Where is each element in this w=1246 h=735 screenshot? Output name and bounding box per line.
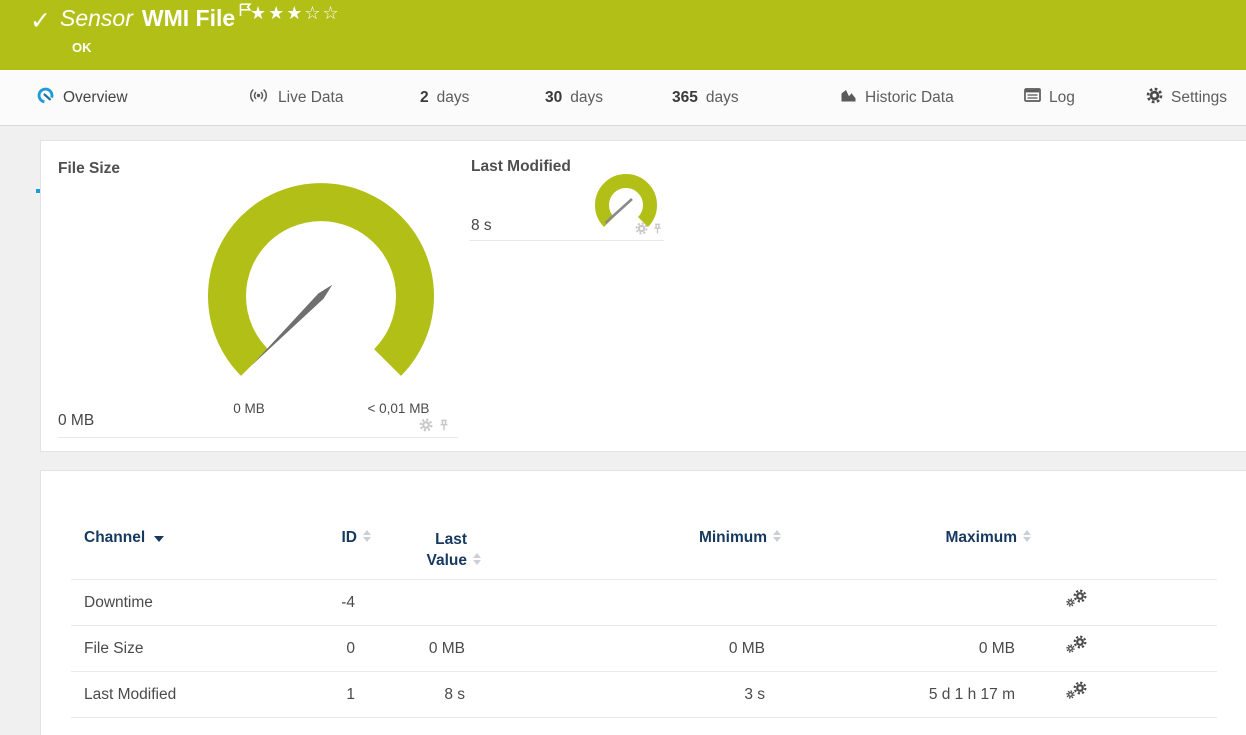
tab-historic-data-label: Historic Data [865, 88, 954, 106]
tab-365-days-unit: days [705, 88, 739, 106]
channel-settings-gears-icon[interactable] [1066, 635, 1088, 657]
gear-icon [1146, 87, 1163, 109]
primary-gauge-value: 0 MB [58, 412, 95, 429]
tab-settings[interactable]: Settings [1146, 70, 1227, 125]
col-header-maximum[interactable]: Maximum [781, 529, 1031, 547]
stars-filled: ★★★ [250, 3, 305, 23]
channel-maximum: 0 MB [978, 639, 1015, 657]
divider [469, 240, 664, 241]
channel-last-value: 0 MB [428, 639, 465, 657]
channel-name: Last Modified [84, 685, 177, 703]
tab-365-days-number: 365 [672, 88, 698, 106]
channel-settings-gears-icon[interactable] [1066, 589, 1088, 611]
priority-stars[interactable]: ★★★☆☆ [250, 3, 341, 24]
tab-2-days[interactable]: 2 days [420, 70, 469, 125]
sort-icon [1023, 530, 1031, 542]
channel-minimum: 0 MB [728, 639, 765, 657]
tab-365-days[interactable]: 365 days [672, 70, 739, 125]
tab-log-label: Log [1049, 88, 1075, 106]
channel-table-card: Channel ID Last Value Minimum Maximum Do… [40, 470, 1246, 735]
gauge-pin-icon[interactable] [438, 419, 450, 432]
tab-30-days-number: 30 [545, 88, 563, 106]
sensor-overview-page: ✓ Sensor WMI File ★★★☆☆ OK Overview Live … [0, 0, 1246, 735]
tab-2-days-number: 2 [420, 88, 429, 106]
tab-live-data[interactable]: Live Data [247, 70, 343, 125]
gauge-icon [36, 86, 55, 110]
sensor-status-header: ✓ Sensor WMI File ★★★☆☆ OK [0, 0, 1246, 70]
gauges-card: File Size 0 MB < 0,01 MB 0 MB Last Modif… [40, 140, 1246, 452]
tab-historic-data[interactable]: Historic Data [840, 70, 954, 125]
sensor-name: WMI File [141, 5, 236, 31]
sort-caret-down-icon [154, 536, 165, 542]
tab-bar: Overview Live Data 2 days 30 days 365 da… [0, 70, 1246, 193]
table-row-last-modified[interactable]: Last Modified 1 8 s 3 s 5 d 1 h 17 m [71, 671, 1217, 718]
status-check-icon: ✓ [30, 7, 51, 35]
area-chart-icon [840, 88, 857, 108]
table-row-file-size[interactable]: File Size 0 0 MB 0 MB 0 MB [71, 625, 1217, 671]
channel-minimum: 3 s [744, 685, 765, 703]
channel-table: Channel ID Last Value Minimum Maximum Do… [71, 529, 1217, 718]
gauge-gear-icon[interactable] [635, 222, 648, 235]
gauge-scale-min: 0 MB [233, 401, 265, 416]
sort-icon [473, 553, 481, 565]
log-list-icon [1024, 88, 1041, 107]
file-size-gauge [208, 183, 434, 376]
channel-name: Downtime [84, 593, 153, 611]
channel-name: File Size [84, 639, 144, 657]
gauge-pin-icon[interactable] [652, 223, 663, 235]
channel-last-value: 8 s [444, 685, 465, 703]
tab-2-days-unit: days [436, 88, 470, 106]
sort-icon [363, 530, 371, 542]
col-header-channel[interactable]: Channel [71, 529, 321, 547]
channel-maximum: 5 d 1 h 17 m [928, 685, 1015, 703]
col-header-minimum[interactable]: Minimum [481, 529, 781, 547]
live-data-icon [247, 87, 270, 109]
channel-table-header: Channel ID Last Value Minimum Maximum [71, 529, 1217, 579]
primary-gauge-title: File Size [58, 160, 121, 177]
channel-id: 1 [346, 685, 355, 703]
tab-overview[interactable]: Overview [36, 70, 128, 125]
sort-icon [773, 530, 781, 542]
tab-log[interactable]: Log [1024, 70, 1075, 125]
tab-30-days[interactable]: 30 days [545, 70, 603, 125]
channel-settings-gears-icon[interactable] [1066, 681, 1088, 703]
stars-empty: ☆☆ [304, 3, 341, 23]
channel-id: 0 [346, 639, 355, 657]
channel-id: -4 [341, 593, 355, 611]
status-badge: OK [72, 40, 92, 55]
divider [58, 437, 458, 438]
col-header-id[interactable]: ID [321, 529, 371, 547]
tab-live-data-label: Live Data [278, 88, 344, 106]
sensor-kind-label: Sensor [60, 5, 133, 31]
tab-settings-label: Settings [1171, 88, 1228, 106]
secondary-gauge-value: 8 s [471, 217, 492, 234]
secondary-gauge-title: Last Modified [471, 158, 571, 175]
tab-30-days-unit: days [570, 88, 603, 106]
col-header-last-value[interactable]: Last Value [371, 529, 481, 571]
tab-overview-label: Overview [63, 88, 128, 106]
sensor-title: Sensor WMI File [60, 3, 252, 32]
gauge-gear-icon[interactable] [419, 418, 433, 432]
gauge-scale-max: < 0,01 MB [367, 401, 430, 416]
table-row-downtime[interactable]: Downtime -4 [71, 579, 1217, 625]
